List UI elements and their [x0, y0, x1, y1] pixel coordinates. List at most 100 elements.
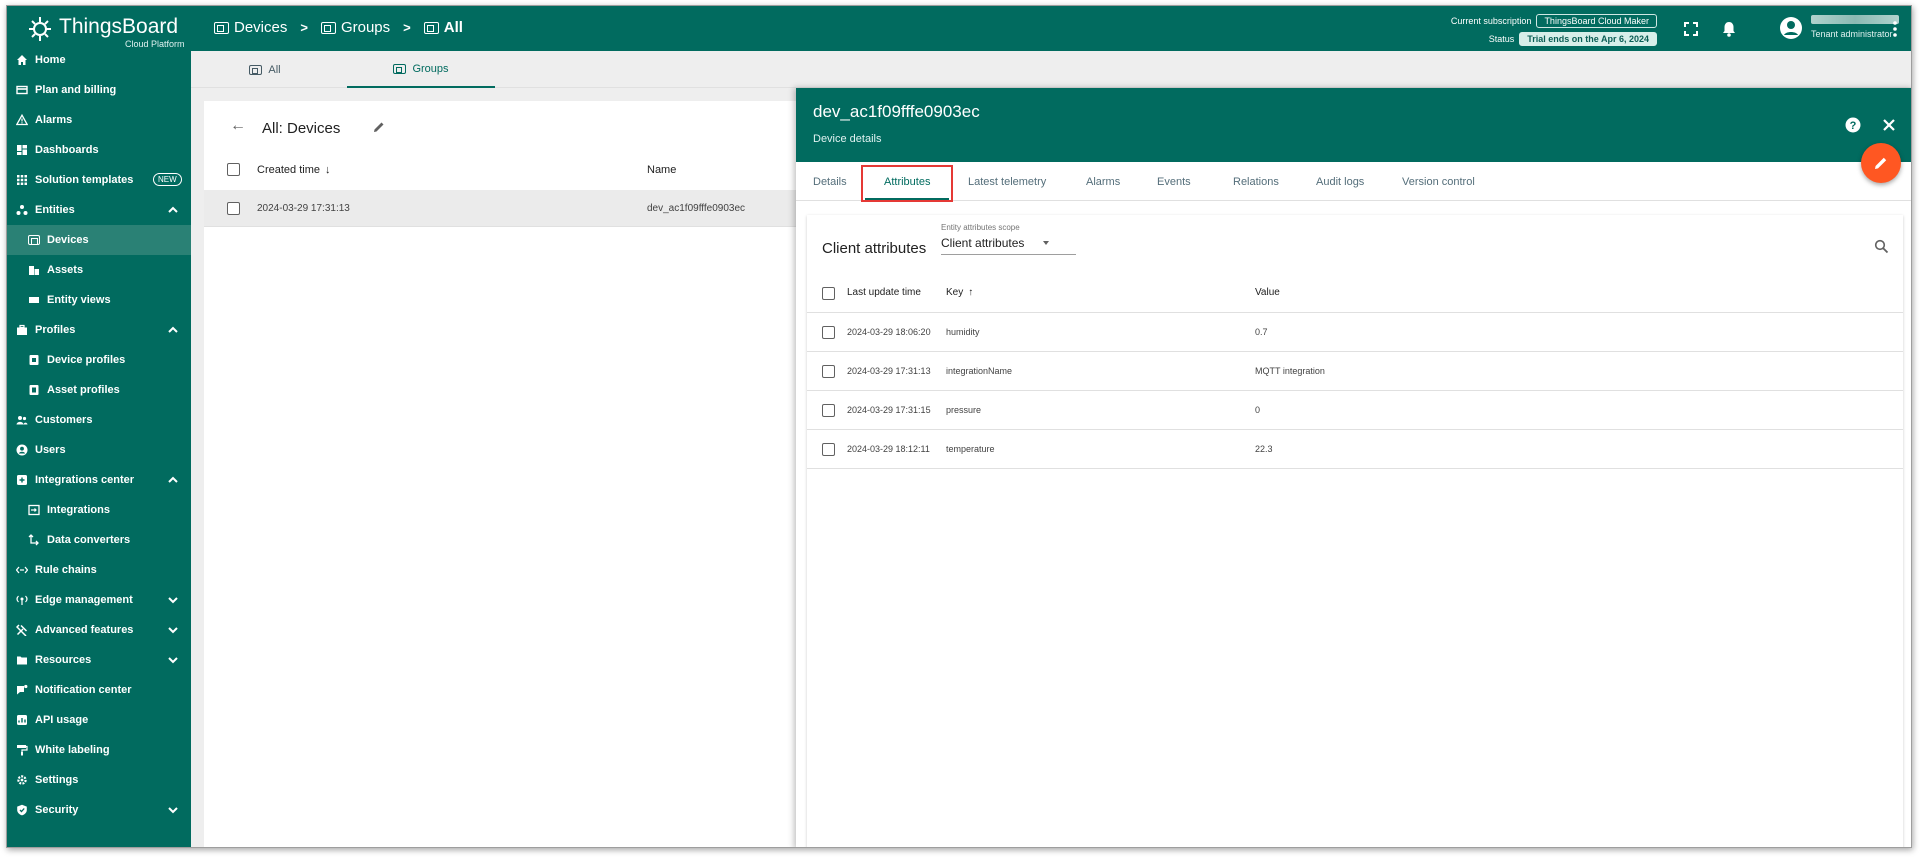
tab-events[interactable]: Events [1157, 162, 1191, 201]
account-circle-icon [1780, 17, 1802, 39]
device-details-subtitle: Device details [813, 133, 882, 145]
rule-chain-icon [16, 566, 28, 574]
breadcrumb-label: Devices [234, 19, 288, 36]
device-group-icon [320, 21, 336, 34]
breadcrumb-all: All [423, 19, 463, 36]
sidebar-item-rule-chains[interactable]: Rule chains [7, 555, 191, 585]
sidebar-item-security[interactable]: Security [7, 795, 191, 825]
table-row[interactable]: 2024-03-29 18:12:11 temperature 22.3 [807, 430, 1903, 469]
sidebar-item-assets[interactable]: Assets [7, 255, 191, 285]
tab-latest-telemetry[interactable]: Latest telemetry [968, 162, 1046, 201]
tab-audit-logs[interactable]: Audit logs [1316, 162, 1364, 201]
table-row[interactable]: 2024-03-29 18:06:20 humidity 0.7 [807, 313, 1903, 352]
user-menu[interactable]: Tenant administrator [1779, 13, 1899, 45]
select-all-checkbox[interactable] [227, 163, 240, 176]
sidebar-item-devices[interactable]: Devices [7, 225, 191, 255]
sidebar-item-dashboards[interactable]: Dashboards [7, 135, 191, 165]
sidebar-item-users[interactable]: Users [7, 435, 191, 465]
sidebar-item-entity-views[interactable]: Entity views [7, 285, 191, 315]
tab-groups[interactable]: Groups [347, 51, 495, 88]
row-checkbox[interactable] [822, 365, 835, 378]
thingsboard-logo[interactable]: ThingsBoard Cloud Platform [25, 11, 185, 49]
tab-relations[interactable]: Relations [1233, 162, 1279, 201]
sidebar-item-home[interactable]: Home [7, 45, 191, 75]
sidebar-item-plan-and-billing[interactable]: Plan and billing [7, 75, 191, 105]
integration-icon [28, 504, 40, 516]
sidebar-item-resources[interactable]: Resources [7, 645, 191, 675]
sidebar-item-solution-templates[interactable]: Solution templates NEW [7, 165, 191, 195]
subscription-chip[interactable]: ThingsBoard Cloud Maker [1536, 13, 1657, 28]
back-arrow-icon[interactable]: ← [230, 117, 246, 135]
sidebar-item-label: Integrations center [35, 474, 135, 486]
tab-label: All [268, 63, 281, 76]
sidebar-item-label: Entity views [47, 294, 111, 306]
sidebar-item-advanced-features[interactable]: Advanced features [7, 615, 191, 645]
fullscreen-icon[interactable] [1682, 20, 1700, 38]
sidebar-item-settings[interactable]: Settings [7, 765, 191, 795]
breadcrumb: Devices > Groups > All [214, 19, 463, 36]
sidebar: Home Plan and billing Alarms Dashboards … [7, 51, 191, 847]
column-value[interactable]: Value [1255, 273, 1280, 312]
device-detail-tabs: Details Attributes Latest telemetry Alar… [796, 162, 1911, 202]
sidebar-item-alarms[interactable]: Alarms [7, 105, 191, 135]
help-icon[interactable]: ? [1845, 117, 1861, 133]
column-last-update-time[interactable]: Last update time [847, 273, 921, 312]
more-vert-icon[interactable] [1889, 20, 1901, 38]
column-name[interactable]: Name [647, 151, 676, 189]
tab-alarms[interactable]: Alarms [1086, 162, 1120, 201]
cell-value: MQTT integration [1255, 366, 1325, 376]
cell-value: 0 [1255, 405, 1261, 415]
sidebar-item-data-converters[interactable]: Data converters [7, 525, 191, 555]
close-icon[interactable] [1881, 117, 1897, 133]
table-row[interactable]: 2024-03-29 17:31:13 dev_ac1f09fffe0903ec [204, 190, 804, 227]
sidebar-item-notification-center[interactable]: Notification center [7, 675, 191, 705]
sidebar-item-entities[interactable]: Entities [7, 195, 191, 225]
notifications-bell-icon[interactable] [1720, 20, 1738, 38]
tab-all[interactable]: All [191, 51, 339, 88]
edit-fab-button[interactable] [1861, 143, 1901, 183]
profiles-icon [17, 324, 27, 335]
tools-icon [16, 624, 28, 636]
tab-details[interactable]: Details [813, 162, 847, 201]
sidebar-item-device-profiles[interactable]: Device profiles [7, 345, 191, 375]
sidebar-item-edge-management[interactable]: Edge management [7, 585, 191, 615]
device-list-header: ← All: Devices [204, 101, 804, 151]
sidebar-item-label: Plan and billing [35, 84, 117, 96]
sidebar-item-asset-profiles[interactable]: Asset profiles [7, 375, 191, 405]
sidebar-item-label: Rule chains [35, 564, 97, 576]
sidebar-item-customers[interactable]: Customers [7, 405, 191, 435]
sidebar-item-profiles[interactable]: Profiles [7, 315, 191, 345]
search-icon[interactable] [1874, 239, 1889, 254]
table-row[interactable]: 2024-03-29 17:31:13 integrationName MQTT… [807, 352, 1903, 391]
sidebar-item-label: Profiles [35, 324, 76, 336]
breadcrumb-devices[interactable]: Devices [214, 19, 287, 36]
breadcrumb-groups[interactable]: Groups [320, 19, 390, 36]
sidebar-item-label: Asset profiles [47, 384, 120, 396]
row-checkbox[interactable] [822, 326, 835, 339]
row-checkbox[interactable] [227, 202, 240, 215]
sidebar-item-integrations[interactable]: Integrations [7, 495, 191, 525]
sidebar-item-label: Resources [35, 654, 92, 666]
device-icon [28, 235, 40, 245]
group-tabs: All Groups [191, 51, 1911, 88]
tab-version-control[interactable]: Version control [1402, 162, 1475, 201]
breadcrumb-label: All [443, 19, 463, 36]
column-created-time[interactable]: Created time ↓ [257, 151, 330, 189]
sidebar-item-label: Devices [47, 234, 89, 246]
attributes-card: Client attributes Entity attributes scop… [807, 215, 1903, 847]
chevron-down-icon [168, 597, 178, 604]
sidebar-item-white-labeling[interactable]: White labeling [7, 735, 191, 765]
sidebar-item-api-usage[interactable]: API usage [7, 705, 191, 735]
attributes-table-header: Last update time Key ↑ Value [807, 273, 1903, 313]
table-row[interactable]: 2024-03-29 17:31:15 pressure 0 [807, 391, 1903, 430]
row-checkbox[interactable] [822, 443, 835, 456]
tab-attributes[interactable]: Attributes [884, 162, 930, 201]
select-all-checkbox[interactable] [822, 287, 835, 300]
folder-icon [17, 656, 27, 665]
row-checkbox[interactable] [822, 404, 835, 417]
sidebar-item-label: Dashboards [35, 144, 99, 156]
edit-pencil-icon[interactable] [372, 120, 386, 134]
column-key[interactable]: Key ↑ [946, 273, 973, 312]
device-icon [214, 21, 229, 34]
sidebar-item-integrations-center[interactable]: Integrations center [7, 465, 191, 495]
